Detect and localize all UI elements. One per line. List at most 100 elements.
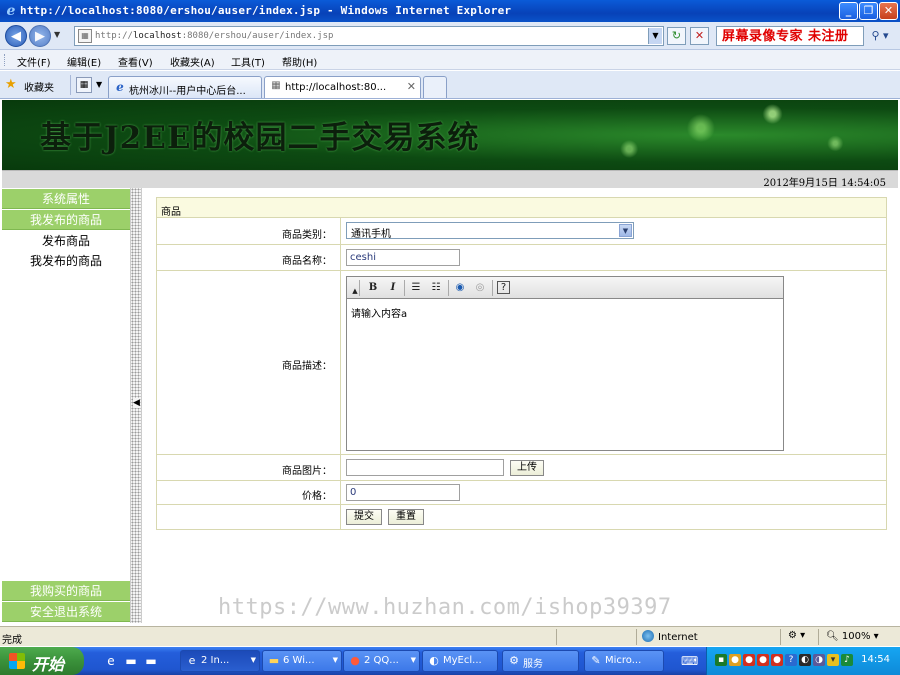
favorites-star-icon[interactable]: ★ (5, 77, 17, 92)
globe-icon (642, 630, 654, 642)
app-icon[interactable]: ◑ (813, 654, 825, 666)
divider (818, 629, 819, 645)
site-title: 基于J2EE的校园二手交易系统 (40, 120, 480, 156)
task-qq[interactable]: ● 2 QQ... ▼ (343, 650, 420, 672)
chevron-down-icon[interactable]: ▼ (619, 224, 632, 237)
menu-view[interactable]: 查看(V) (118, 54, 153, 69)
sidebar-link-post-item[interactable]: 发布商品 (2, 232, 130, 249)
task-myeclipse[interactable]: ◐ MyEcl... (422, 650, 498, 672)
rich-text-editor[interactable]: ▲ B I ☰ ☷ ◉ ◎ ? 请输入内容a (346, 276, 784, 451)
form-row-description: 商品描述： ▲ B I ☰ ☷ ◉ ◎ ? 请输入内容a (157, 271, 886, 455)
tab-user-center[interactable]: e 杭州冰川--用户中心后台... (108, 76, 262, 98)
nav-history-dropdown-icon[interactable]: ▼ (54, 30, 60, 39)
italic-icon[interactable]: I (385, 280, 401, 296)
menu-favorites[interactable]: 收藏夹(A) (170, 54, 215, 69)
category-value: 通讯手机 (351, 229, 391, 240)
app-icon[interactable]: ? (785, 654, 797, 666)
window-title-bar[interactable]: e http://localhost:8080/ershou/auser/ind… (0, 0, 900, 22)
folder-icon[interactable]: ▬ (123, 653, 139, 669)
address-bar[interactable]: ▦ http://localhost:8080/ershou/auser/ind… (74, 26, 664, 46)
page-icon: ▦ (271, 80, 281, 91)
new-tab-button[interactable] (423, 76, 447, 98)
collapse-arrow-icon[interactable]: ◀ (133, 398, 140, 408)
link-icon[interactable]: ◉ (452, 280, 468, 296)
frame-splitter[interactable]: ◀ (130, 188, 142, 623)
task-services[interactable]: ⚙ 服务 (502, 650, 579, 672)
close-button[interactable]: ✕ (879, 2, 898, 20)
search-icon[interactable]: ⚲ ▾ (866, 27, 894, 45)
keyboard-icon[interactable]: ⌨ (681, 653, 698, 669)
qq-icon[interactable]: ● (729, 654, 741, 666)
submit-button[interactable]: 提交 (346, 509, 382, 525)
task-explorer[interactable]: ▬ 6 Wi... ▼ (262, 650, 342, 672)
minimize-button[interactable]: _ (839, 2, 858, 20)
volume-icon[interactable]: ♪ (841, 654, 853, 666)
quick-tabs-icon[interactable]: ▦ (76, 77, 92, 93)
start-button[interactable]: 开始 (0, 647, 84, 675)
folder-icon[interactable]: ▬ (143, 653, 159, 669)
ordered-list-icon[interactable]: ☰ (408, 280, 424, 296)
address-dropdown-icon[interactable]: ▼ (648, 28, 662, 44)
chevron-down-icon: ▼ (410, 656, 416, 664)
unlink-icon[interactable]: ◎ (472, 280, 488, 296)
favorites-button[interactable]: 收藏夹 (24, 79, 54, 94)
back-icon[interactable]: ◀ (5, 25, 27, 47)
divider (404, 280, 405, 296)
toolbar-collapse-icon[interactable]: ▲ (347, 283, 363, 299)
sidebar-link-my-posted[interactable]: 我发布的商品 (2, 252, 130, 269)
sidebar-section-my-purchased[interactable]: 我购买的商品 (2, 581, 130, 601)
divider (70, 75, 71, 95)
main-content: 商品 商品类别： 通讯手机 ▼ 商品名称： ceshi 商品描述： ▲ B I … (142, 188, 898, 623)
price-input[interactable]: 0 (346, 484, 460, 501)
task-micro[interactable]: ✎ Micro... (584, 650, 664, 672)
chevron-down-icon: ▼ (250, 656, 256, 664)
reset-button[interactable]: 重置 (388, 509, 424, 525)
forward-icon[interactable]: ▶ (29, 25, 51, 47)
menu-file[interactable]: 文件(F) (17, 54, 51, 69)
current-datetime: 2012年9月15日 14:54:05 (763, 178, 886, 189)
refresh-icon[interactable]: ↻ (667, 27, 686, 45)
divider (636, 629, 637, 645)
bold-icon[interactable]: B (365, 280, 381, 296)
chevron-down-icon: ▼ (332, 656, 338, 664)
shield-icon[interactable]: ▾ (827, 654, 839, 666)
task-ie[interactable]: e 2 In... ▼ (180, 650, 260, 672)
upload-button[interactable]: 上传 (510, 460, 544, 476)
stop-icon[interactable]: ✕ (690, 27, 709, 45)
tab-list-dropdown-icon[interactable]: ▼ (96, 80, 102, 89)
editor-toolbar: ▲ B I ☰ ☷ ◉ ◎ ? (347, 277, 783, 299)
category-select[interactable]: 通讯手机 ▼ (346, 222, 634, 240)
services-icon: ⚙ (509, 654, 519, 667)
tab-label: 杭州冰川--用户中心后台... (129, 86, 246, 97)
editor-content[interactable]: 请输入内容a (351, 305, 407, 320)
name-input[interactable]: ceshi (346, 249, 460, 266)
menu-tools[interactable]: 工具(T) (231, 54, 265, 69)
network-icon[interactable]: ▪ (715, 654, 727, 666)
sidebar-section-system[interactable]: 系统属性 (2, 189, 130, 209)
menu-help[interactable]: 帮助(H) (282, 54, 317, 69)
unordered-list-icon[interactable]: ☷ (428, 280, 444, 296)
page-icon: ▦ (78, 29, 92, 43)
ie-icon[interactable]: e (103, 653, 119, 669)
folder-icon: ▬ (268, 654, 280, 667)
qq-icon[interactable]: ● (757, 654, 769, 666)
qq-icon[interactable]: ● (743, 654, 755, 666)
zoom-level[interactable]: 🔍︎ 100% ▾ (826, 631, 879, 642)
date-strip: 2012年9月15日 14:54:05 (2, 170, 898, 189)
image-path-input[interactable] (346, 459, 504, 476)
app-icon[interactable]: ◐ (799, 654, 811, 666)
price-label: 价格： (157, 481, 341, 504)
window-title: http://localhost:8080/ershou/auser/index… (20, 4, 512, 17)
sidebar-section-my-posted[interactable]: 我发布的商品 (2, 210, 130, 230)
sidebar-section-logout[interactable]: 安全退出系统 (2, 602, 130, 622)
ie-icon: e (116, 80, 124, 94)
menu-edit[interactable]: 编辑(E) (67, 54, 101, 69)
protected-mode-icon[interactable]: ⚙ ▾ (788, 630, 805, 641)
maximize-button[interactable]: ❐ (859, 2, 878, 20)
tab-localhost[interactable]: ▦ http://localhost:80... ✕ (264, 76, 421, 98)
qq-icon[interactable]: ● (771, 654, 783, 666)
divider (780, 629, 781, 645)
close-tab-icon[interactable]: ✕ (407, 80, 416, 93)
help-icon[interactable]: ? (497, 281, 510, 294)
description-label: 商品描述： (157, 271, 341, 454)
